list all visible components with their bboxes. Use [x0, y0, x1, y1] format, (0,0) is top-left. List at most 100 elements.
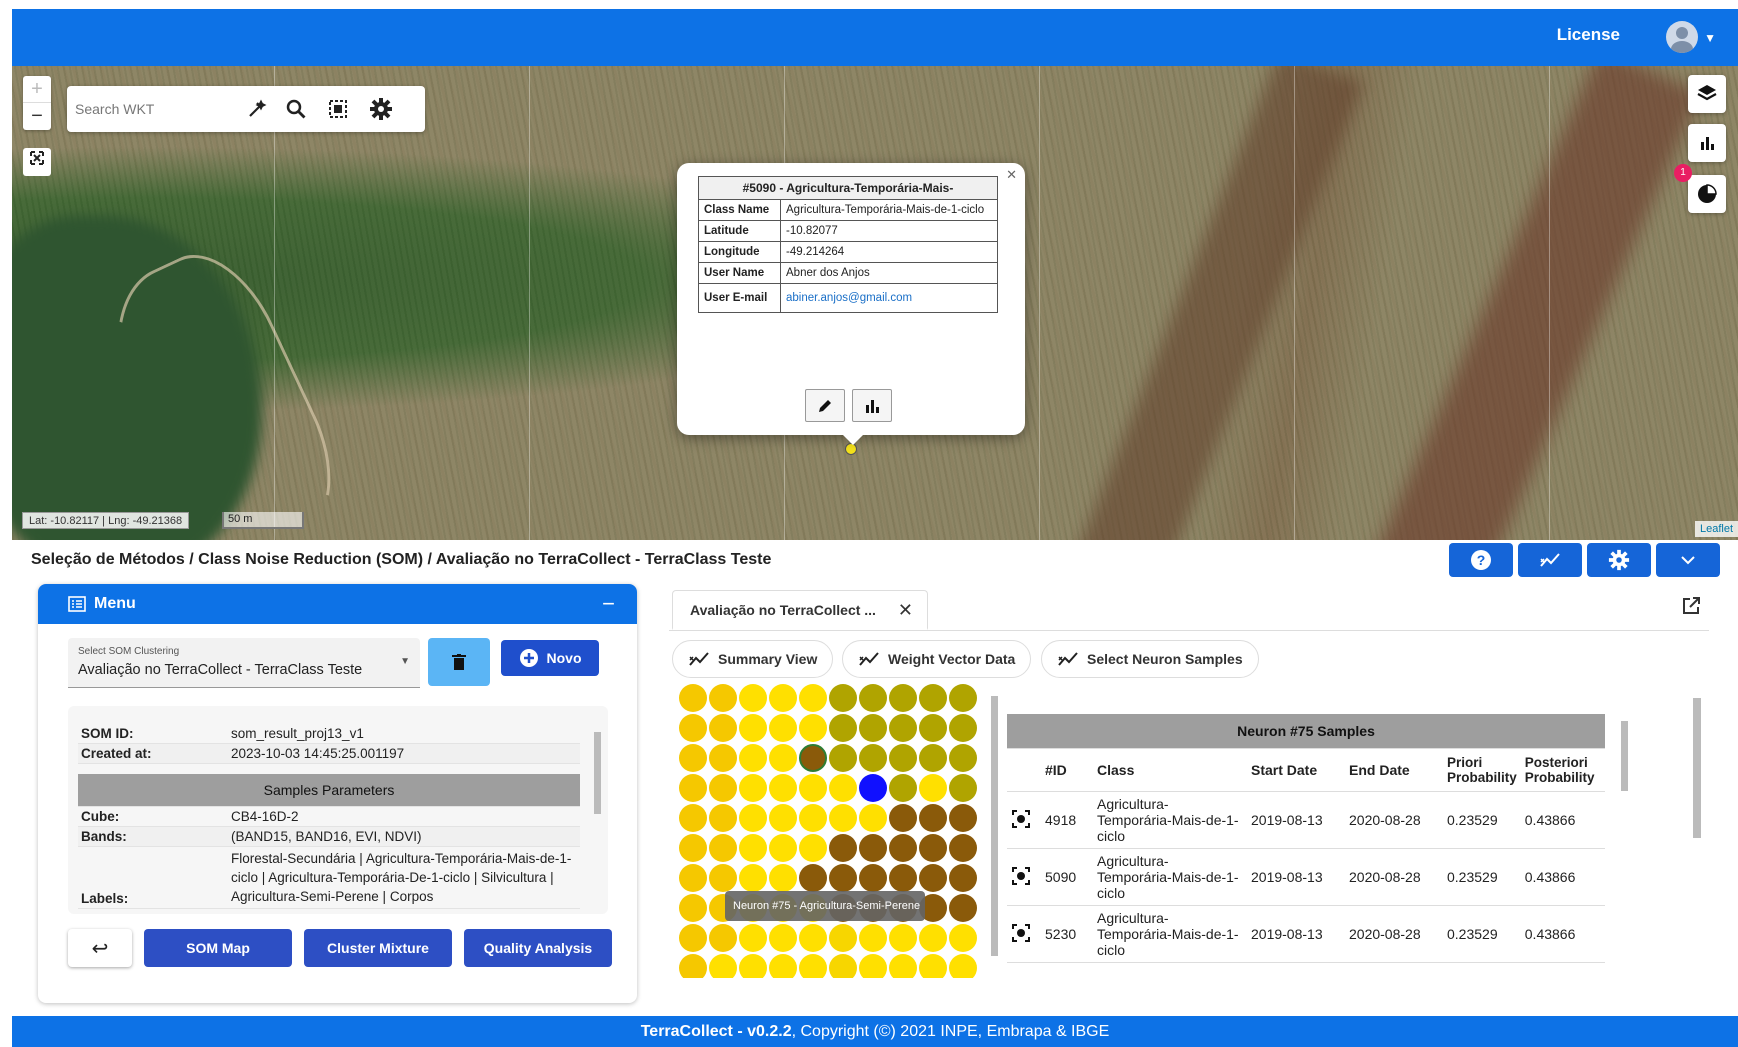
- popup-email-link[interactable]: abiner.anjos@gmail.com: [780, 283, 998, 313]
- neuron-cell[interactable]: [919, 744, 947, 772]
- neuron-cell[interactable]: [739, 684, 767, 712]
- search-icon[interactable]: [282, 95, 310, 123]
- settings-button[interactable]: [1587, 543, 1651, 577]
- cluster-mixture-button[interactable]: Cluster Mixture: [304, 929, 452, 967]
- focus-sample-icon[interactable]: [1007, 905, 1041, 963]
- neuron-cell[interactable]: [709, 714, 737, 742]
- neuron-cell[interactable]: [829, 864, 857, 892]
- open-external-icon[interactable]: [1681, 596, 1701, 621]
- neuron-cell[interactable]: [679, 834, 707, 862]
- focus-sample-icon[interactable]: [1007, 848, 1041, 906]
- neuron-cell[interactable]: [739, 864, 767, 892]
- neuron-cell[interactable]: [769, 744, 797, 772]
- neuron-cell[interactable]: [769, 864, 797, 892]
- quality-analysis-button[interactable]: Quality Analysis: [464, 929, 612, 967]
- back-button[interactable]: ↩: [68, 929, 132, 967]
- neuron-cell[interactable]: [799, 684, 827, 712]
- neuron-cell[interactable]: [769, 774, 797, 802]
- summary-view-button[interactable]: Summary View: [672, 640, 834, 678]
- neuron-cell[interactable]: [949, 834, 977, 862]
- neuron-cell[interactable]: [919, 864, 947, 892]
- select-area-icon[interactable]: [324, 95, 352, 123]
- tab-avaliacao[interactable]: Avaliação no TerraCollect ... ✕: [672, 590, 928, 630]
- minimize-icon[interactable]: −: [602, 584, 615, 624]
- neuron-cell[interactable]: [949, 684, 977, 712]
- neuron-cell[interactable]: [679, 924, 707, 952]
- neuron-cell[interactable]: [829, 774, 857, 802]
- leaflet-attribution[interactable]: Leaflet: [1694, 521, 1738, 537]
- neuron-cell[interactable]: [859, 834, 887, 862]
- neuron-cell[interactable]: [889, 744, 917, 772]
- panel-scrollbar[interactable]: [1691, 684, 1701, 994]
- neuron-cell[interactable]: [919, 714, 947, 742]
- neuron-cell[interactable]: [769, 714, 797, 742]
- table-scrollbar[interactable]: [1619, 709, 1629, 971]
- neuron-cell[interactable]: [949, 714, 977, 742]
- neuron-cell[interactable]: [919, 954, 947, 978]
- neuron-cell[interactable]: [829, 834, 857, 862]
- chart-button[interactable]: [852, 389, 892, 422]
- edit-button[interactable]: [805, 389, 845, 422]
- neuron-cell[interactable]: [679, 954, 707, 978]
- select-neuron-button[interactable]: Select Neuron Samples: [1041, 640, 1259, 678]
- neuron-cell[interactable]: [829, 684, 857, 712]
- som-clustering-select[interactable]: Select SOM Clustering Avaliação no Terra…: [68, 638, 420, 688]
- neuron-cell[interactable]: [709, 954, 737, 978]
- neuron-cell[interactable]: [739, 714, 767, 742]
- analysis-button[interactable]: [1518, 543, 1582, 577]
- neuron-cell[interactable]: [799, 774, 827, 802]
- neuron-cell[interactable]: [679, 684, 707, 712]
- som-map-button[interactable]: SOM Map: [144, 929, 292, 967]
- neuron-cell[interactable]: [679, 714, 707, 742]
- neuron-cell[interactable]: [709, 774, 737, 802]
- neuron-cell[interactable]: [799, 834, 827, 862]
- help-button[interactable]: ?: [1449, 543, 1513, 577]
- neuron-cell[interactable]: [829, 954, 857, 978]
- neuron-cell[interactable]: [709, 834, 737, 862]
- neuron-cell[interactable]: [859, 804, 887, 832]
- neuron-cell[interactable]: [679, 774, 707, 802]
- neuron-cell[interactable]: [679, 804, 707, 832]
- neuron-cell[interactable]: [859, 954, 887, 978]
- neuron-cell[interactable]: [769, 954, 797, 978]
- fullscreen-button[interactable]: [23, 148, 51, 176]
- neuron-cell[interactable]: [769, 684, 797, 712]
- neuron-cell[interactable]: [829, 714, 857, 742]
- neuron-cell[interactable]: [769, 834, 797, 862]
- neuron-cell[interactable]: [919, 804, 947, 832]
- neuron-cell[interactable]: [949, 864, 977, 892]
- zoom-out-button[interactable]: −: [23, 103, 51, 130]
- neuron-cell[interactable]: [859, 744, 887, 772]
- neuron-cell[interactable]: [679, 894, 707, 922]
- chart-button[interactable]: [1688, 124, 1726, 162]
- neuron-cell[interactable]: [949, 924, 977, 952]
- neuron-cell[interactable]: [739, 774, 767, 802]
- neuron-cell[interactable]: [799, 864, 827, 892]
- neuron-cell[interactable]: [709, 864, 737, 892]
- delete-button[interactable]: [428, 638, 490, 686]
- caret-down-icon[interactable]: ▼: [1704, 31, 1716, 45]
- neuron-cell[interactable]: [709, 744, 737, 772]
- clear-search-icon[interactable]: [243, 95, 271, 123]
- collapse-button[interactable]: [1656, 543, 1720, 577]
- close-tab-icon[interactable]: ✕: [898, 591, 913, 629]
- neuron-cell[interactable]: [769, 804, 797, 832]
- license-link[interactable]: License: [1557, 25, 1620, 45]
- neuron-cell[interactable]: [949, 774, 977, 802]
- neuron-cell[interactable]: [709, 804, 737, 832]
- neuron-cell[interactable]: [919, 774, 947, 802]
- neuron-cell[interactable]: [799, 744, 827, 772]
- layers-button[interactable]: [1688, 75, 1726, 113]
- search-input[interactable]: [75, 96, 245, 122]
- neuron-cell[interactable]: [799, 924, 827, 952]
- pie-chart-button[interactable]: [1688, 175, 1726, 213]
- neuron-cell[interactable]: [799, 714, 827, 742]
- neuron-cell[interactable]: [739, 954, 767, 978]
- avatar[interactable]: [1666, 21, 1698, 53]
- neuron-cell[interactable]: [889, 924, 917, 952]
- table-row[interactable]: 5090 Agricultura-Temporária-Mais-de-1-ci…: [1007, 848, 1605, 906]
- neuron-cell[interactable]: [739, 924, 767, 952]
- neuron-cell[interactable]: [949, 804, 977, 832]
- neuron-cell[interactable]: [859, 864, 887, 892]
- neuron-cell[interactable]: [829, 924, 857, 952]
